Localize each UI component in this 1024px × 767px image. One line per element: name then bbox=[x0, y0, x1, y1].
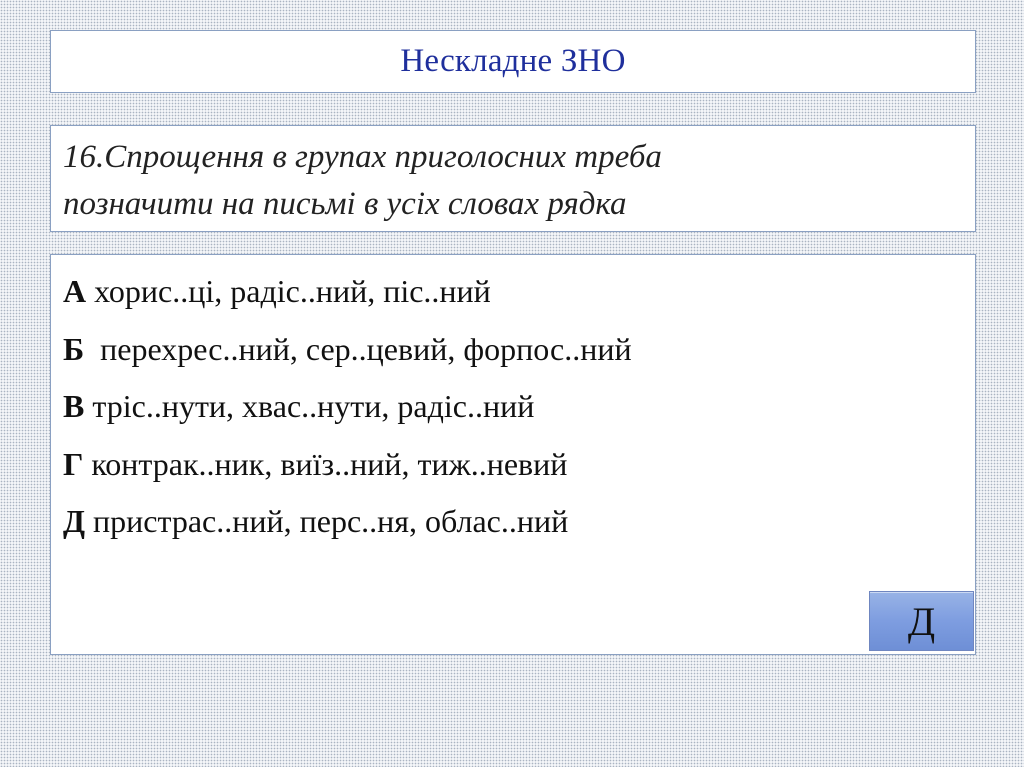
option-text: контрак..ник, виїз..ний, тиж..невий bbox=[91, 445, 568, 482]
option-h: Гконтрак..ник, виїз..ний, тиж..невий bbox=[63, 436, 963, 494]
option-v: Втріс..нути, хвас..нути, радіс..ний bbox=[63, 378, 963, 436]
title-box: Нескладне ЗНО bbox=[50, 30, 976, 93]
option-letter: А bbox=[63, 273, 87, 309]
option-letter: В bbox=[63, 388, 85, 424]
question-box: 16.Спрощення в групах приголосних треба … bbox=[50, 125, 976, 232]
option-letter: Б bbox=[63, 330, 85, 367]
option-text: тріс..нути, хвас..нути, радіс..ний bbox=[92, 388, 535, 424]
question-text: 16.Спрощення в групах приголосних треба … bbox=[63, 134, 963, 228]
option-text: хорис..ці, радіс..ний, піс..ний bbox=[94, 273, 491, 309]
question-line-1: 16.Спрощення в групах приголосних треба bbox=[63, 139, 662, 175]
option-letter: Г bbox=[63, 445, 84, 482]
option-a: Ахорис..ці, радіс..ний, піс..ний bbox=[63, 263, 963, 321]
slide-title: Нескладне ЗНО bbox=[400, 43, 626, 79]
option-text: перехрес..ний, сер..цевий, форпос..ний bbox=[92, 330, 632, 367]
option-d: Дпристрас..ний, перс..ня, облас..ний bbox=[63, 493, 963, 551]
answer-button[interactable]: Д bbox=[869, 591, 974, 651]
question-line-2: позначити на письмі в усіх словах рядка bbox=[63, 186, 627, 222]
option-letter: Д bbox=[63, 503, 86, 539]
option-text: пристрас..ний, перс..ня, облас..ний bbox=[93, 503, 569, 539]
option-b: Б перехрес..ний, сер..цевий, форпос..ний bbox=[63, 321, 963, 379]
options-box: Ахорис..ці, радіс..ний, піс..ний Б перех… bbox=[50, 254, 976, 655]
